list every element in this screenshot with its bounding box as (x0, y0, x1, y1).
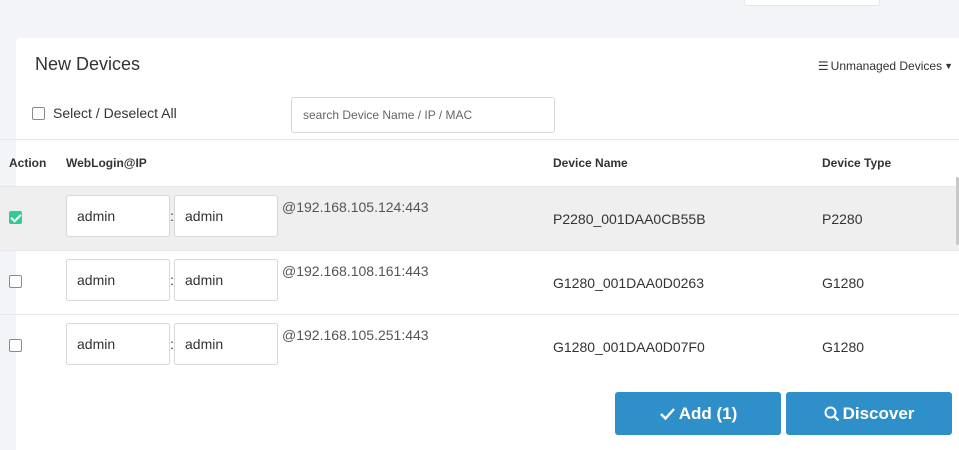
header-device-name: Device Name (553, 156, 628, 170)
check-icon (659, 407, 675, 420)
header-device-type: Device Type (822, 156, 892, 170)
device-ip: @192.168.108.161:443 (282, 262, 429, 279)
select-all-label: Select / Deselect All (53, 105, 177, 121)
hamburger-icon: ☰ (817, 59, 829, 73)
select-all-checkbox[interactable] (32, 106, 45, 120)
device-name: G1280_001DAA0D07F0 (553, 338, 705, 355)
device-name: P2280_001DAA0CB55B (553, 210, 706, 227)
row-checkbox[interactable] (9, 210, 22, 224)
new-devices-panel: New Devices ☰ Unmanaged Devices ▼ Select… (0, 38, 959, 450)
devices-table: Action WebLogin@IP Device Name Device Ty… (0, 139, 959, 379)
caret-down-icon: ▼ (944, 61, 953, 71)
table-header-row: Action WebLogin@IP Device Name Device Ty… (0, 139, 959, 187)
header-action: Action (9, 156, 47, 170)
select-all-toggle[interactable]: Select / Deselect All (32, 105, 177, 121)
search-input[interactable] (291, 97, 555, 133)
device-type: P2280 (822, 210, 863, 227)
device-name: G1280_001DAA0D0263 (553, 274, 705, 291)
device-type: G1280 (822, 338, 865, 355)
table-row[interactable]: : @192.168.108.161:443 G1280_001DAA0D026… (0, 250, 959, 315)
password-field[interactable] (174, 322, 278, 365)
table-row[interactable]: : @192.168.105.124:443 P2280_001DAA0CB55… (0, 186, 959, 251)
device-type: G1280 (822, 274, 865, 291)
add-button[interactable]: Add (1) (615, 392, 781, 435)
unmanaged-devices-label: Unmanaged Devices (830, 59, 943, 73)
username-field[interactable] (66, 322, 170, 365)
panel-title: New Devices (35, 54, 141, 74)
row-checkbox[interactable] (9, 274, 22, 288)
username-field[interactable] (66, 258, 170, 301)
discover-button[interactable]: Discover (786, 392, 952, 435)
header-weblogin: WebLogin@IP (66, 156, 147, 170)
unmanaged-devices-menu[interactable]: ☰ Unmanaged Devices ▼ (818, 59, 953, 73)
row-checkbox[interactable] (9, 338, 22, 352)
discover-button-label: Discover (842, 403, 915, 423)
search-icon (824, 406, 839, 421)
password-field[interactable] (174, 194, 278, 237)
device-ip: @192.168.105.251:443 (282, 326, 429, 343)
password-field[interactable] (174, 258, 278, 301)
top-toolbar-edge (744, 0, 880, 6)
device-ip: @192.168.105.124:443 (282, 198, 429, 215)
table-row[interactable]: : @192.168.105.251:443 G1280_001DAA0D07F… (0, 314, 959, 379)
username-field[interactable] (66, 194, 170, 237)
add-button-label: Add (1) (678, 403, 738, 423)
